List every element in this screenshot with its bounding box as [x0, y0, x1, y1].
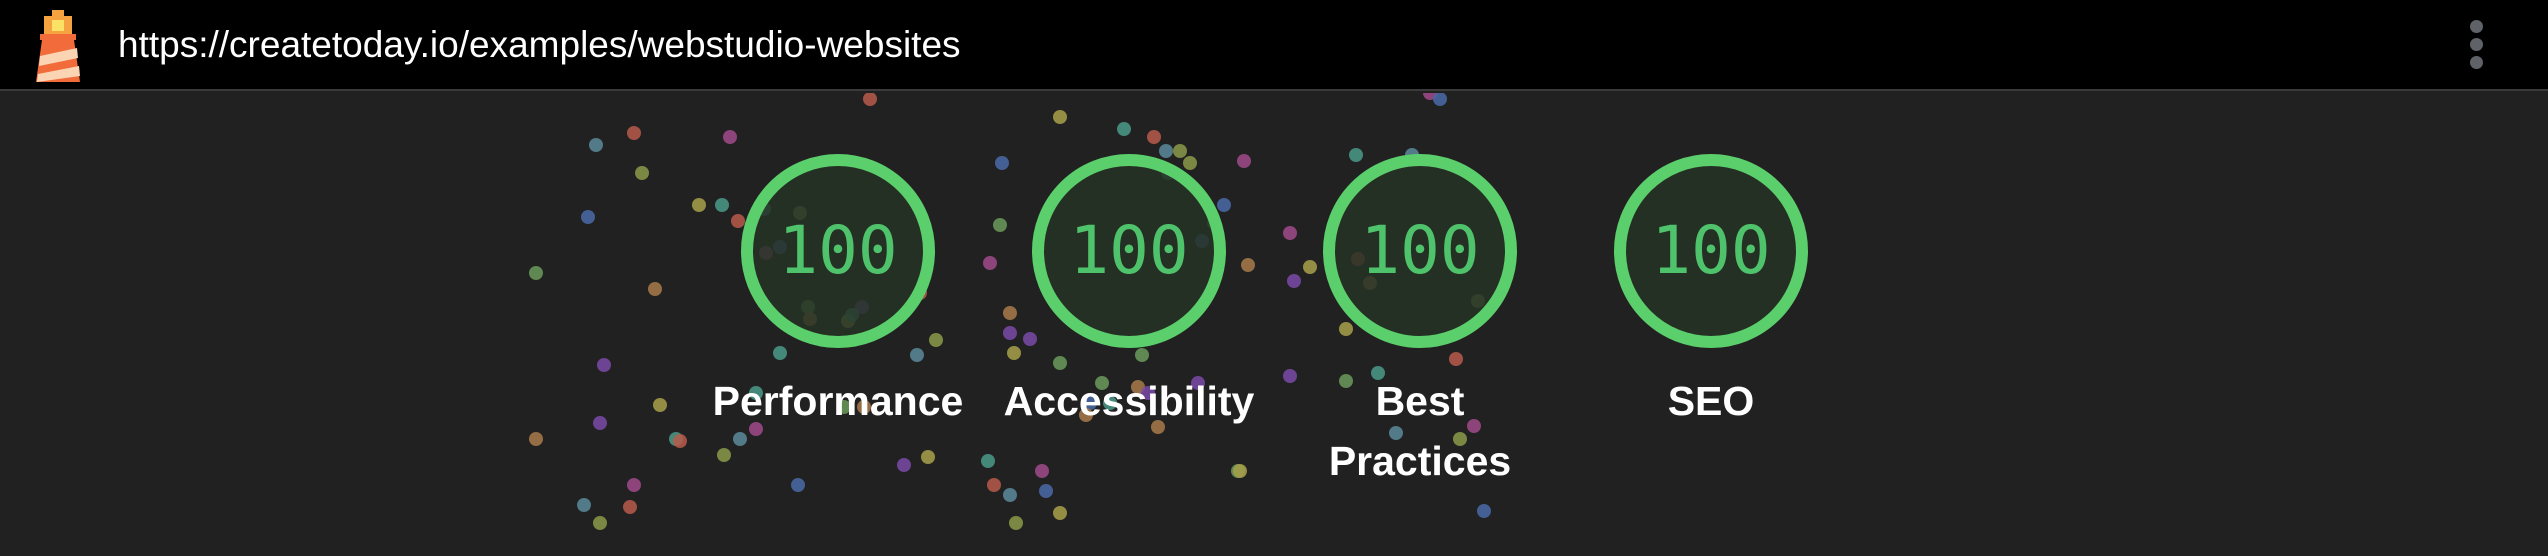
confetti-dot: [1035, 464, 1049, 478]
confetti-dot: [987, 478, 1001, 492]
lighthouse-icon: [36, 10, 80, 82]
gauge-best-practices[interactable]: 100 Best Practices: [1275, 153, 1565, 491]
confetti-dot: [623, 500, 637, 514]
confetti-dot: [717, 448, 731, 462]
gauge-score: 100: [1651, 212, 1771, 289]
confetti-dot: [897, 458, 911, 472]
confetti-dot: [593, 516, 607, 530]
confetti-decoration: [529, 93, 1491, 530]
gauge-score: 100: [778, 212, 898, 289]
more-vertical-icon-dot: [2470, 56, 2483, 69]
confetti-dot: [635, 166, 649, 180]
confetti-dot: [1009, 516, 1023, 530]
confetti-dot: [1117, 122, 1131, 136]
confetti-dot: [529, 432, 543, 446]
gauge-score: 100: [1069, 212, 1189, 289]
gauge-score: 100: [1360, 212, 1480, 289]
more-vertical-icon-dot: [2470, 38, 2483, 51]
confetti-dot: [723, 130, 737, 144]
confetti-dot: [597, 358, 611, 372]
confetti-dot: [863, 93, 877, 106]
gauge-seo[interactable]: 100 SEO: [1566, 153, 1856, 431]
gauge-accessibility[interactable]: 100 Accessibility: [984, 153, 1274, 431]
confetti-dot: [529, 266, 543, 280]
gauge-label: Accessibility: [1003, 378, 1255, 424]
confetti-dot: [627, 478, 641, 492]
url-bar: https://createtoday.io/examples/webstudi…: [0, 0, 2548, 91]
confetti-dot: [1053, 506, 1067, 520]
confetti-dot: [921, 450, 935, 464]
more-menu-button[interactable]: [2458, 14, 2496, 76]
confetti-dot: [1003, 488, 1017, 502]
confetti-dot: [1477, 504, 1491, 518]
confetti-dot: [1147, 130, 1161, 144]
confetti-dot: [1433, 93, 1447, 106]
confetti-dot: [1233, 464, 1247, 478]
confetti-dot: [653, 398, 667, 412]
confetti-dot: [673, 434, 687, 448]
confetti-dot: [791, 478, 805, 492]
page-url[interactable]: https://createtoday.io/examples/webstudi…: [118, 22, 961, 68]
confetti-dot: [1039, 484, 1053, 498]
confetti-dot: [627, 126, 641, 140]
confetti-dot: [1053, 110, 1067, 124]
confetti-dot: [589, 138, 603, 152]
scores-panel: 100 Performance 100 Accessibility 100 Be…: [0, 93, 2548, 556]
confetti-dot: [981, 454, 995, 468]
more-vertical-icon: [2470, 20, 2483, 33]
gauge-performance[interactable]: 100 Performance: [693, 153, 983, 431]
gauge-label: Performance: [712, 378, 964, 424]
gauge-label: Best Practices: [1328, 378, 1512, 484]
confetti-dot: [648, 282, 662, 296]
confetti-dot: [577, 498, 591, 512]
gauge-label: SEO: [1667, 378, 1755, 424]
confetti-dot: [581, 210, 595, 224]
confetti-dot: [593, 416, 607, 430]
confetti-dot: [733, 432, 747, 446]
